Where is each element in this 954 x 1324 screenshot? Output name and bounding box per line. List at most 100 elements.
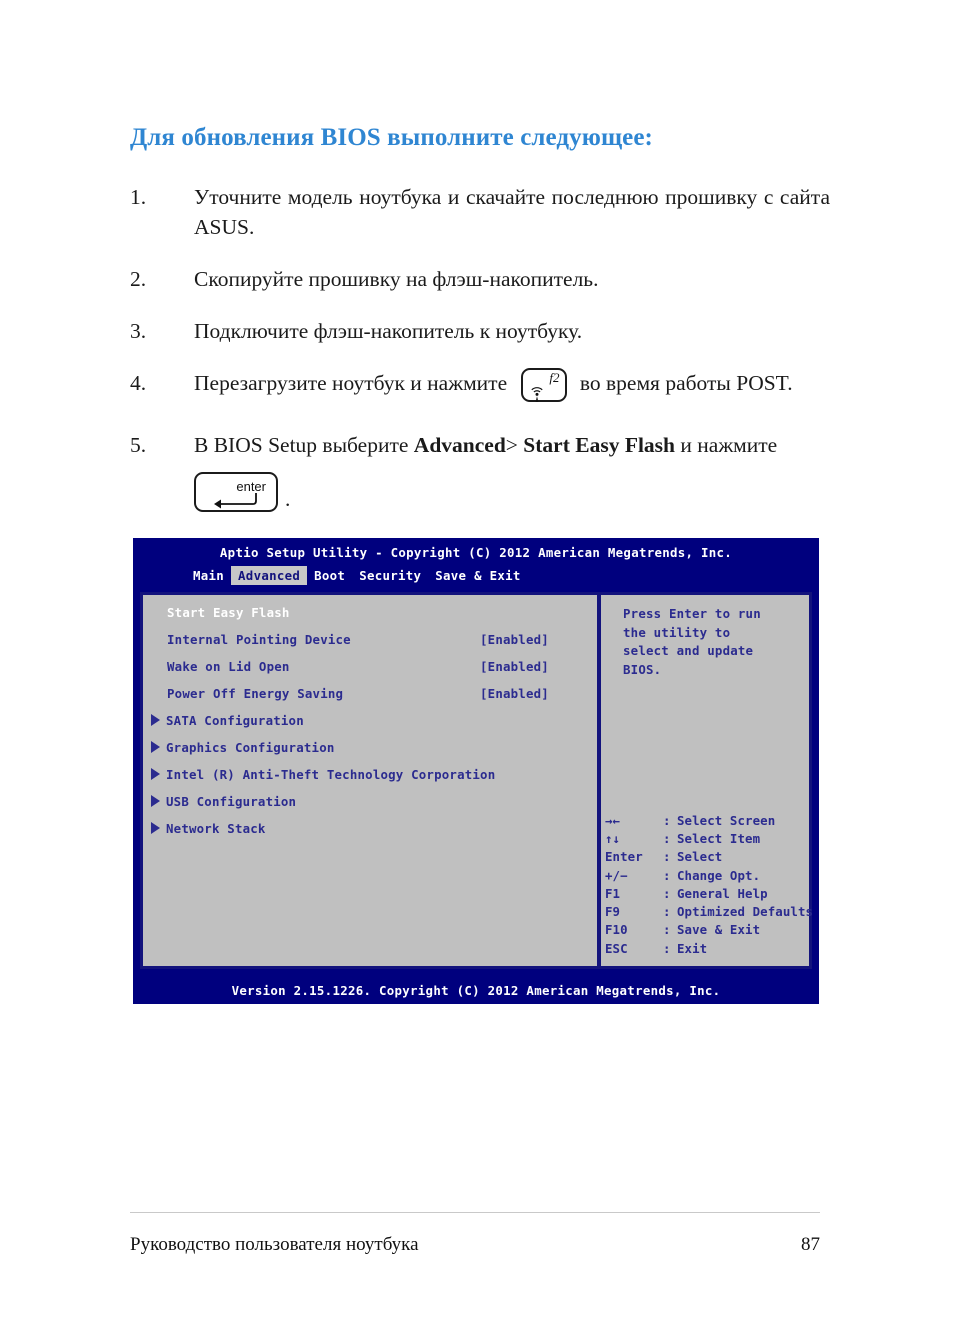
bios-version-footer: Version 2.15.1226. Copyright (C) 2012 Am… [133, 977, 819, 1004]
list-item: 3. Подключите флэш-накопитель к ноутбуку… [130, 316, 830, 346]
menu-item-label: USB Configuration [166, 794, 297, 809]
key-legend-row: Enter: Select [605, 848, 819, 866]
tab-save-and-exit[interactable]: Save & Exit [428, 566, 527, 585]
menu-item-intel-anti-theft[interactable]: Intel (R) Anti-Theft Technology Corporat… [143, 767, 597, 794]
bios-help-panel: Press Enter to run the utility to select… [601, 595, 813, 966]
tab-boot[interactable]: Boot [307, 566, 352, 585]
list-item-number: 3. [130, 319, 147, 343]
step5-separator: > [505, 433, 518, 458]
tab-advanced[interactable]: Advanced [231, 566, 308, 585]
key-legend-desc: General Help [677, 885, 768, 901]
menu-item-wake-on-lid-open[interactable]: Wake on Lid Open [Enabled] [143, 659, 597, 686]
key-legend-key: →← [605, 812, 621, 828]
key-legend-desc: Exit [677, 940, 708, 956]
tab-main[interactable]: Main [186, 566, 231, 585]
menu-item-graphics-configuration[interactable]: Graphics Configuration [143, 740, 597, 767]
key-legend-desc: Save & Exit [677, 922, 761, 938]
menu-item-label: Power Off Energy Saving [167, 686, 344, 701]
menu-item-power-off-energy-saving[interactable]: Power Off Energy Saving [Enabled] [143, 686, 597, 713]
key-legend-colon: : [663, 904, 671, 920]
bios-title-bar: Aptio Setup Utility - Copyright (C) 2012… [219, 545, 733, 560]
list-item-number: 4. [130, 371, 147, 395]
wifi-antenna-icon [528, 381, 546, 403]
key-legend-row: ↑↓: Select Item [605, 830, 819, 848]
page-number: 87 [801, 1234, 820, 1255]
list-item-text: Уточните модель ноутбука и скачайте посл… [194, 185, 830, 239]
step5-bold-start-easy-flash: Start Easy Flash [523, 433, 676, 458]
menu-item-label: Network Stack [166, 821, 266, 836]
key-legend-desc: Select [677, 849, 723, 865]
step5-text-before: В BIOS Setup выберите [194, 433, 409, 458]
key-legend-colon: : [663, 830, 671, 846]
submenu-triangle-icon [151, 714, 160, 726]
key-legend-key: ESC [605, 940, 628, 956]
menu-item-label: Wake on Lid Open [167, 659, 290, 674]
submenu-triangle-icon [151, 795, 160, 807]
key-legend-row: F10: Save & Exit [605, 921, 819, 939]
key-legend-key: +/− [605, 867, 628, 883]
bios-content-area: Start Easy Flash Internal Pointing Devic… [140, 592, 813, 969]
key-legend-desc: Change Opt. [677, 867, 761, 883]
menu-item-label: Start Easy Flash [167, 605, 290, 620]
tab-security[interactable]: Security [352, 566, 428, 585]
list-item: 5. В BIOS Setup выберите Advanced> Start… [130, 430, 830, 513]
instruction-list: 1. Уточните модель ноутбука и скачайте п… [130, 182, 830, 513]
menu-item-network-stack[interactable]: Network Stack [143, 821, 597, 848]
key-legend-row: +/−: Change Opt. [605, 867, 819, 885]
footer-document-title: Руководство пользователя ноутбука [130, 1234, 419, 1255]
submenu-triangle-icon [151, 822, 160, 834]
submenu-triangle-icon [151, 768, 160, 780]
list-item-text: В BIOS Setup выберите Advanced> Start Ea… [194, 430, 830, 513]
menu-item-sata-configuration[interactable]: SATA Configuration [143, 713, 597, 740]
list-item: 2. Скопируйте прошивку на флэш-накопител… [130, 264, 830, 294]
list-item: 1. Уточните модель ноутбука и скачайте п… [130, 182, 830, 242]
step4-text-after: во время работы POST. [579, 371, 793, 395]
key-legend-key: F9 [605, 904, 621, 920]
step5-trailing-period: . [285, 487, 291, 512]
key-legend-key: F1 [605, 885, 621, 901]
key-legend-row: F1: General Help [605, 885, 819, 903]
bios-setup-screenshot: Aptio Setup Utility - Copyright (C) 2012… [133, 538, 819, 1004]
menu-item-label: SATA Configuration [166, 713, 304, 728]
step4-text-before: Перезагрузите ноутбук и нажмите [194, 371, 508, 395]
key-legend-key: ↑↓ [605, 830, 621, 846]
key-legend-colon: : [663, 849, 671, 865]
list-item-number: 1. [130, 185, 147, 209]
menu-item-internal-pointing-device[interactable]: Internal Pointing Device [Enabled] [143, 632, 597, 659]
enter-keycap: enter [194, 472, 278, 513]
manual-page: Для обновления BIOS выполните следующее:… [0, 0, 954, 1324]
list-item-number: 5. [130, 433, 147, 458]
key-legend-desc: Optimized Defaults [677, 904, 814, 920]
menu-item-value: [Enabled] [480, 686, 549, 701]
f2-keycap: f2 [520, 368, 567, 403]
step5-bold-advanced: Advanced [413, 433, 506, 458]
page-title: Для обновления BIOS выполните следующее: [130, 124, 653, 151]
bios-menu-panel: Start Easy Flash Internal Pointing Devic… [143, 595, 597, 966]
list-item-number: 2. [130, 267, 147, 291]
bios-key-legend: →←: Select Screen ↑↓: Select Item Enter: Se… [605, 812, 819, 958]
key-legend-row: ESC: Exit [605, 940, 819, 958]
list-item-text: Подключите флэш-накопитель к ноутбуку. [194, 319, 583, 343]
enter-arrow-icon [208, 487, 266, 509]
list-item: 4. Перезагрузите ноутбук и нажмите f2 во [130, 368, 830, 403]
menu-item-value: [Enabled] [480, 659, 549, 674]
key-legend-desc: Select Screen [677, 812, 776, 828]
key-legend-key: Enter [605, 849, 643, 865]
bios-tab-bar: Main Advanced Boot Security Save & Exit [133, 566, 819, 585]
list-item-text: Скопируйте прошивку на флэш-накопитель. [194, 267, 599, 291]
menu-item-value: [Enabled] [480, 632, 549, 647]
key-legend-desc: Select Item [677, 830, 761, 846]
footer-divider [130, 1212, 820, 1213]
key-legend-row: →←: Select Screen [605, 812, 819, 830]
menu-item-start-easy-flash[interactable]: Start Easy Flash [143, 605, 597, 632]
menu-item-usb-configuration[interactable]: USB Configuration [143, 794, 597, 821]
enter-key-row: enter . [194, 472, 830, 513]
key-legend-key: F10 [605, 922, 628, 938]
list-item-text: Перезагрузите ноутбук и нажмите f2 во вр… [194, 368, 830, 403]
menu-item-label: Intel (R) Anti-Theft Technology Corporat… [166, 767, 496, 782]
key-legend-row: F9: Optimized Defaults [605, 903, 819, 921]
key-legend-colon: : [663, 940, 671, 956]
menu-item-label: Graphics Configuration [166, 740, 335, 755]
key-legend-colon: : [663, 812, 671, 828]
bios-help-text: Press Enter to run the utility to select… [623, 606, 761, 677]
